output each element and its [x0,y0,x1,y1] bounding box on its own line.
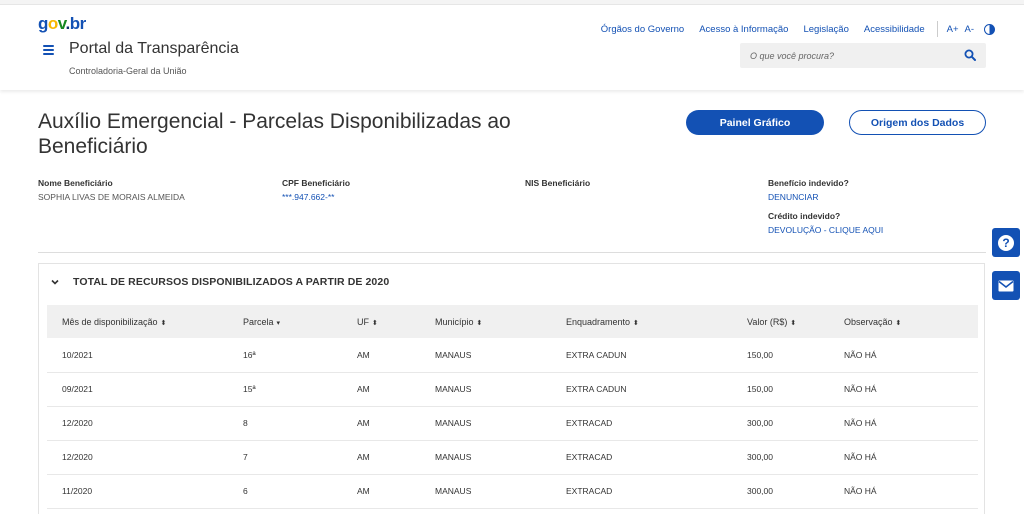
link-legislacao[interactable]: Legislação [803,24,848,35]
table-cell: NÃO HÁ [829,474,978,509]
nome-beneficiario: Nome Beneficiário SOPHIA LIVAS DE MORAIS… [38,178,185,202]
table-cell: MANAUS [420,440,551,475]
search-box [740,43,986,68]
divider [936,21,938,37]
table-cell: MANAUS [420,406,551,441]
nis-label: NIS Beneficiário [525,178,591,188]
sort-desc-icon: ▾ [276,319,281,327]
font-decrease-button[interactable]: A- [965,24,975,35]
table-row: 11/2020 6 AM MANAUS EXTRACAD 300,00 NÃO … [47,474,978,509]
denunciar-link[interactable]: DENUNCIAR [768,192,883,202]
devolucao-link[interactable]: DEVOLUÇÃO - CLIQUE AQUI [768,225,883,235]
cpf-value: ***.947.662-** [282,192,335,202]
table-cell: 7 [228,440,342,475]
table-cell: 09/2021 [47,372,228,407]
table-cell: 300,00 [732,406,829,441]
table-cell: AM [342,406,420,441]
column-header-municipio[interactable]: Município ⬍ [420,305,551,338]
question-icon: ? [998,234,1014,251]
table-cell: 300,00 [732,440,829,475]
sort-icon: ⬍ [160,319,167,327]
cpf-beneficiario: CPF Beneficiário ***.947.662-** [282,178,350,202]
search-icon[interactable] [964,49,976,61]
nome-value: SOPHIA LIVAS DE MORAIS ALMEIDA [38,192,185,202]
panel-title: TOTAL DE RECURSOS DISPONIBILIZADOS A PAR… [73,276,390,288]
chevron-down-icon [51,279,59,285]
link-acesso-a-informacao[interactable]: Acesso à Informação [699,24,788,35]
table-cell: 10/2021 [47,338,228,373]
table-cell: 6 [228,474,342,509]
table-cell: AM [342,440,420,475]
column-header-valor[interactable]: Valor (R$) ⬍ [732,305,829,338]
contact-button[interactable] [992,271,1020,300]
sort-icon: ⬍ [372,319,378,327]
sort-icon: ⬍ [633,319,639,327]
govbr-logo[interactable]: gov.br [38,14,86,34]
portal-subtitle: Controladoria-Geral da União [69,66,187,76]
envelope-icon [998,280,1014,291]
table-cell: AM [342,338,420,373]
table-cell: EXTRACAD [551,440,732,475]
table-cell: NÃO HÁ [829,406,978,441]
table-cell: AM [342,372,420,407]
table-row: 12/2020 8 AM MANAUS EXTRACAD 300,00 NÃO … [47,406,978,441]
table-cell: AM [342,474,420,509]
table-cell: MANAUS [420,372,551,407]
painel-grafico-button[interactable]: Painel Gráfico [686,110,824,135]
sort-icon: ⬍ [790,319,797,327]
portal-title[interactable]: Portal da Transparência [69,40,239,58]
beneficio-label: Benefício indevido? [768,178,849,188]
table-cell: 15ª [228,372,342,407]
table-cell: NÃO HÁ [829,440,978,475]
recursos-panel: TOTAL DE RECURSOS DISPONIBILIZADOS A PAR… [38,263,985,514]
contrast-icon[interactable] [984,23,995,35]
help-button[interactable]: ? [992,228,1020,257]
column-header-uf[interactable]: UF ⬍ [342,305,420,338]
svg-text:?: ? [1002,236,1009,250]
table-cell: 150,00 [732,338,829,373]
link-acessibilidade[interactable]: Acessibilidade [864,24,925,35]
site-header: gov.br Órgãos do Governo Acesso à Inform… [0,5,1024,90]
table-row: 09/2021 15ª AM MANAUS EXTRA CADUN 150,00… [47,372,978,407]
table-cell: NÃO HÁ [829,338,978,373]
sort-icon: ⬍ [895,319,902,327]
nis-beneficiario: NIS Beneficiário [525,178,590,192]
hamburger-menu-icon[interactable] [43,45,54,55]
table-row: 12/2020 7 AM MANAUS EXTRACAD 300,00 NÃO … [47,440,978,475]
table-cell: EXTRA CADUN [551,372,732,407]
section-divider [38,252,986,253]
font-increase-button[interactable]: A+ [947,24,959,35]
table-cell: EXTRA CADUN [551,338,732,373]
panel-header-toggle[interactable]: TOTAL DE RECURSOS DISPONIBILIZADOS A PAR… [39,264,984,302]
top-links: Órgãos do Governo Acesso à Informação Le… [586,19,1024,39]
beneficio-indevido: Benefício indevido? DENUNCIAR Crédito in… [768,178,883,235]
table-cell: MANAUS [420,474,551,509]
column-header-enquadramento[interactable]: Enquadramento ⬍ [551,305,732,338]
cpf-label: CPF Beneficiário [282,178,351,188]
table-cell: 16ª [228,338,342,373]
table-cell: 8 [228,406,342,441]
table-cell: 150,00 [732,372,829,407]
table-header-row: Mês de disponibilização ⬍ Parcela ▾ UF ⬍ Mu… [47,305,978,338]
origem-dos-dados-button[interactable]: Origem dos Dados [849,110,986,135]
table-cell: 300,00 [732,474,829,509]
link-orgaos-do-governo[interactable]: Órgãos do Governo [601,24,684,35]
nome-label: Nome Beneficiário [38,178,113,188]
sort-icon: ⬍ [476,319,483,327]
table-cell: 11/2020 [47,474,228,509]
search-input[interactable] [750,47,950,64]
table-row: 10/2021 16ª AM MANAUS EXTRA CADUN 150,00… [47,338,978,373]
column-header-mes[interactable]: Mês de disponibilização ⬍ [47,305,228,338]
parcelas-table: Mês de disponibilização ⬍ Parcela ▾ UF ⬍ Mu… [47,305,978,509]
table-cell: EXTRACAD [551,406,732,441]
table-cell: 12/2020 [47,440,228,475]
column-header-observacao[interactable]: Observação ⬍ [829,305,978,338]
page-title: Auxílio Emergencial - Parcelas Disponibi… [38,110,511,158]
column-header-parcela[interactable]: Parcela ▾ [228,305,342,338]
credito-label: Crédito indevido? [768,211,841,221]
table-cell: MANAUS [420,338,551,373]
table-cell: EXTRACAD [551,474,732,509]
table-cell: NÃO HÁ [829,372,978,407]
table-cell: 12/2020 [47,406,228,441]
